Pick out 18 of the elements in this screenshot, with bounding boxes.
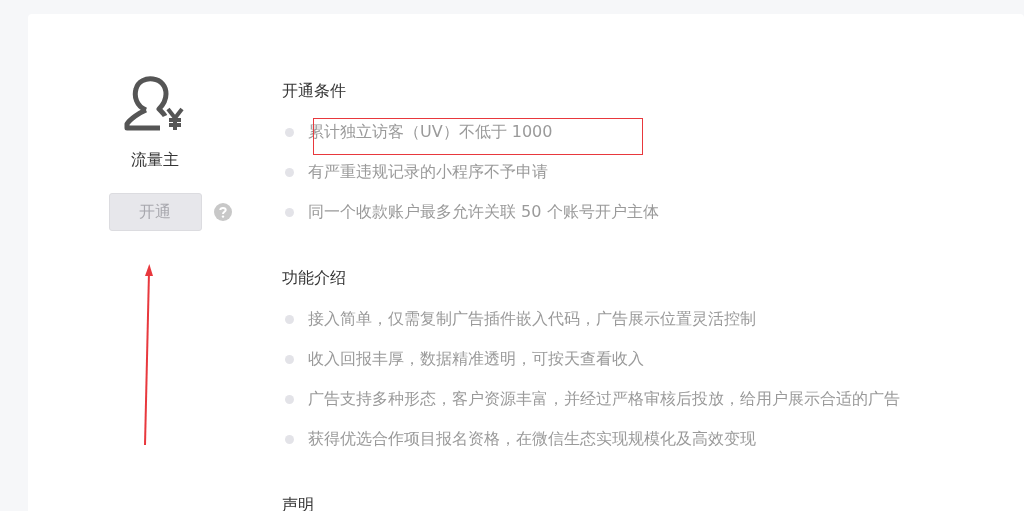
list-item-text: 有严重违规记录的小程序不予申请 xyxy=(308,161,548,183)
bullet-icon xyxy=(285,207,294,217)
section-title: 功能介绍 xyxy=(282,267,347,289)
section-title: 开通条件 xyxy=(282,80,347,102)
user-yen-icon xyxy=(124,76,186,132)
bullet-icon xyxy=(285,314,294,324)
list-item-text: 同一个收款账户最多允许关联 50 个账号开户主体 xyxy=(308,201,659,223)
bullet-icon xyxy=(285,167,294,177)
bullet-icon xyxy=(285,434,294,444)
help-icon[interactable] xyxy=(213,203,232,221)
list-item-text: 获得优选合作项目报名资格，在微信生态实现规模化及高效变现 xyxy=(308,428,756,450)
list-item-text: 收入回报丰厚，数据精准透明，可按天查看收入 xyxy=(308,348,644,370)
list-item-text: 接入简单，仅需复制广告插件嵌入代码，广告展示位置灵活控制 xyxy=(308,308,756,330)
list-item-text: 广告支持多种形态，客户资源丰富，并经过严格审核后投放，给用户展示合适的广告 xyxy=(308,388,900,410)
bullet-icon xyxy=(285,127,294,137)
account-label: 流量主 xyxy=(131,150,179,171)
bullet-icon xyxy=(285,354,294,364)
bullet-icon xyxy=(285,394,294,404)
